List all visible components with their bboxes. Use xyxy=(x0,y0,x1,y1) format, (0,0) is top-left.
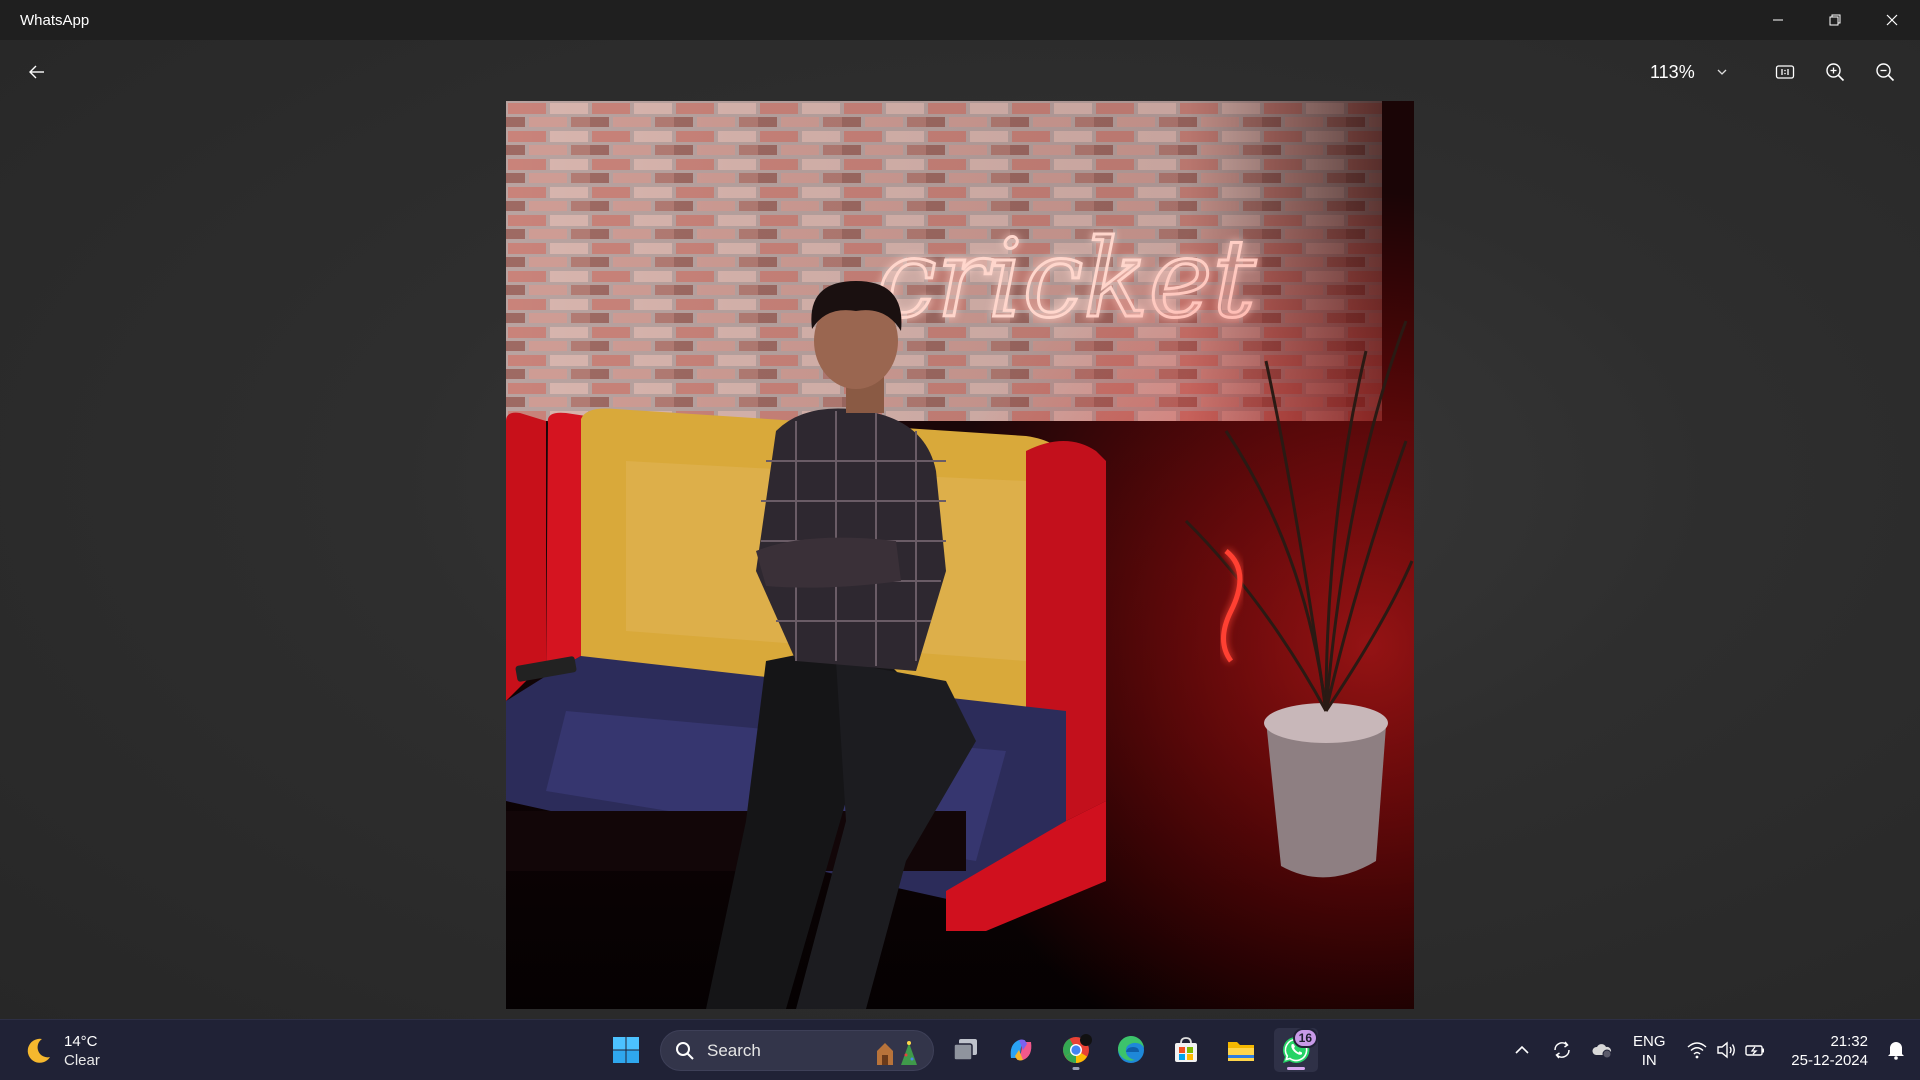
copilot-icon xyxy=(1010,1039,1032,1061)
onedrive-tray-button[interactable] xyxy=(1590,1038,1614,1062)
chevron-down-icon xyxy=(1717,69,1727,75)
weather-condition: Clear xyxy=(64,1052,100,1069)
wifi-icon xyxy=(1687,1042,1707,1059)
restore-icon xyxy=(1829,14,1840,26)
edge-button[interactable] xyxy=(1109,1028,1153,1072)
moon-icon xyxy=(27,1038,50,1063)
zoom-dropdown[interactable]: 113% xyxy=(1650,54,1729,90)
copilot-button[interactable] xyxy=(999,1028,1043,1072)
chrome-icon xyxy=(1062,1034,1092,1063)
search-label: Search xyxy=(707,1040,761,1060)
whatsapp-photo-viewer-window: WhatsApp 113% 14°C Clear Search 16 ENG I… xyxy=(0,0,1920,1080)
actual-size-icon xyxy=(1775,65,1795,79)
search-box[interactable]: Search xyxy=(660,1030,934,1071)
running-indicator xyxy=(1072,1067,1080,1070)
notification-bell-icon[interactable] xyxy=(1885,1038,1907,1060)
close-icon xyxy=(1886,14,1897,26)
weather-widget[interactable]: 14°C Clear xyxy=(22,1032,100,1070)
taskbar: 14°C Clear Search 16 ENG IN 21:32 25-12-… xyxy=(0,1019,1920,1080)
language-line2: IN xyxy=(1641,1052,1657,1069)
zoom-level: 113% xyxy=(1650,61,1695,82)
weather-temperature: 14°C xyxy=(64,1033,98,1050)
zoom-out-button[interactable] xyxy=(1868,55,1902,89)
zoom-in-button[interactable] xyxy=(1818,55,1852,89)
language-indicator[interactable]: ENG IN xyxy=(1633,1032,1666,1070)
cloud-icon xyxy=(1592,1044,1612,1059)
zoom-in-icon xyxy=(1826,63,1845,82)
restore-button[interactable] xyxy=(1806,0,1863,40)
speaker-icon xyxy=(1717,1041,1735,1059)
show-hidden-icons-button[interactable] xyxy=(1510,1038,1534,1062)
whatsapp-button[interactable]: 16 xyxy=(1274,1028,1318,1072)
edge-icon xyxy=(1117,1035,1144,1063)
window-title: WhatsApp xyxy=(20,11,90,29)
chrome-button[interactable] xyxy=(1054,1028,1098,1072)
store-button[interactable] xyxy=(1164,1028,1208,1072)
window-controls xyxy=(1749,0,1920,40)
back-arrow-icon xyxy=(29,65,44,79)
photo-image: cricket xyxy=(506,101,1414,1009)
task-view-button[interactable] xyxy=(944,1028,988,1072)
file-explorer-button[interactable] xyxy=(1219,1028,1263,1072)
minimize-icon xyxy=(1772,19,1783,21)
search-icon xyxy=(676,1041,694,1060)
zoom-out-icon xyxy=(1876,63,1895,82)
chevron-up-icon xyxy=(1515,1045,1529,1054)
actual-size-button[interactable] xyxy=(1768,55,1802,89)
battery-button[interactable] xyxy=(1743,1038,1767,1062)
clock-date: 25-12-2024 xyxy=(1791,1052,1868,1069)
photo[interactable]: cricket xyxy=(506,101,1414,1009)
folder-icon xyxy=(1228,1042,1254,1061)
back-button[interactable] xyxy=(20,55,54,89)
active-app-indicator xyxy=(1287,1067,1305,1070)
image-viewer: 113% xyxy=(0,40,1920,1019)
network-button[interactable] xyxy=(1685,1038,1709,1062)
notification-badge: 16 xyxy=(1292,1028,1318,1048)
sync-icon xyxy=(1554,1041,1570,1059)
windows-start-icon xyxy=(613,1037,639,1063)
sync-tray-button[interactable] xyxy=(1550,1038,1574,1062)
store-icon xyxy=(1175,1037,1197,1062)
start-button[interactable] xyxy=(604,1028,648,1072)
minimize-button[interactable] xyxy=(1749,0,1806,40)
language-line1: ENG xyxy=(1633,1033,1666,1050)
volume-button[interactable] xyxy=(1714,1038,1738,1062)
battery-charging-icon xyxy=(1745,1045,1764,1056)
clock-time: 21:32 xyxy=(1830,1033,1868,1050)
task-view-icon xyxy=(953,1039,977,1061)
close-button[interactable] xyxy=(1863,0,1920,40)
clock[interactable]: 21:32 25-12-2024 xyxy=(1783,1032,1868,1070)
title-bar: WhatsApp xyxy=(0,0,1920,40)
holiday-decoration-icon xyxy=(877,1041,917,1065)
